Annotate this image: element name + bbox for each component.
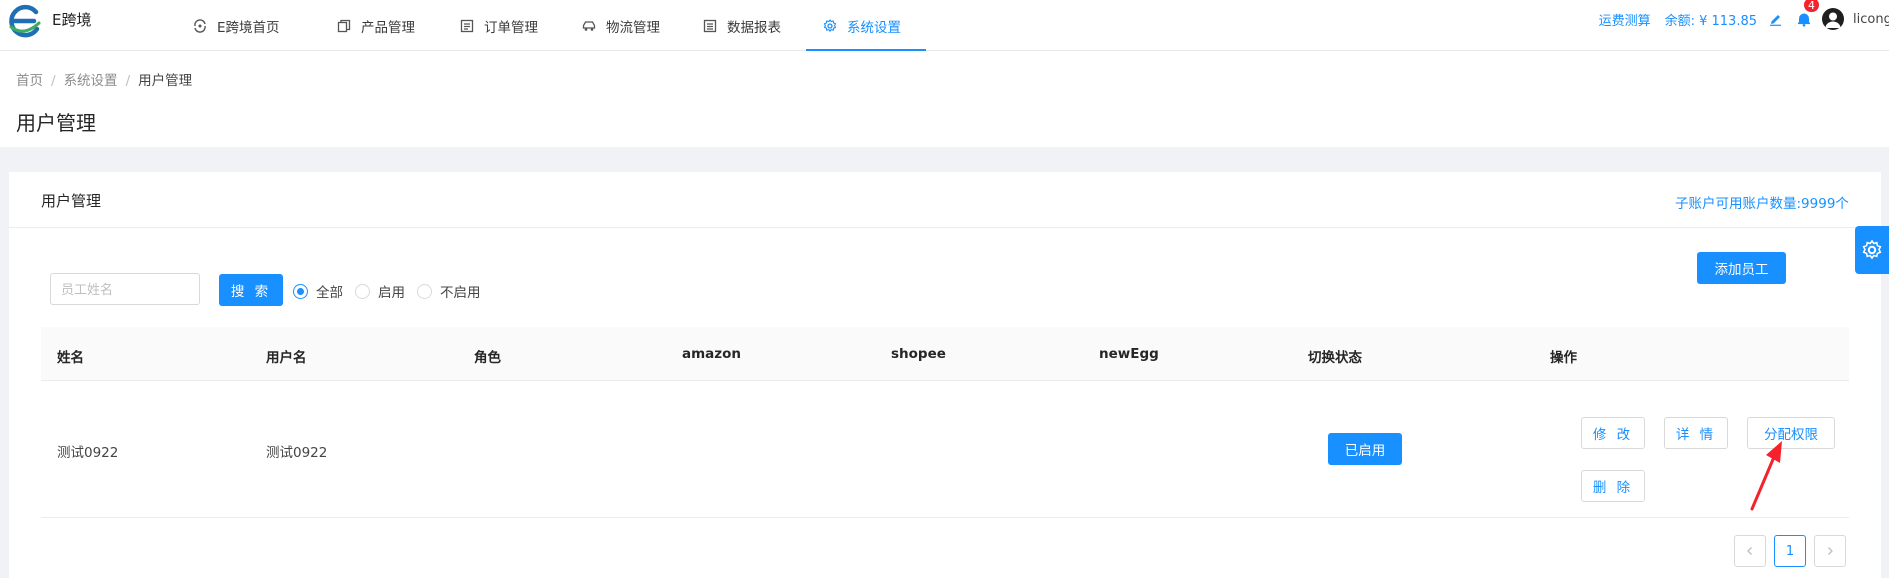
nav-item-logistics[interactable]: 物流管理 [565,0,686,51]
radio-label: 启用 [378,285,405,301]
freight-calc-link[interactable]: 运费测算 [1599,10,1651,29]
radio-label: 不启用 [440,285,481,301]
user-icon [1825,12,1841,28]
chevron-right-icon [1828,547,1833,555]
nav-item-label: 数据报表 [727,19,781,36]
add-employee-button[interactable]: 添加员工 [1697,252,1786,284]
cell-name: 测试0922 [57,445,119,461]
table-header: 姓名 用户名 角色 amazon shopee newEgg 切换状态 操作 [41,327,1849,381]
prev-page-button[interactable] [1734,535,1766,567]
report-icon [703,19,717,32]
radio-label: 全部 [316,285,343,301]
page-title: 用户管理 [16,111,96,135]
subaccount-quota: 子账户可用账户数量:9999个 [1675,196,1849,212]
edit-button[interactable]: 修 改 [1581,417,1645,449]
notification-badge: 4 [1803,0,1820,13]
column-header-shopee: shopee [891,346,946,362]
gear-icon [823,18,837,32]
column-header-name: 姓名 [57,350,84,366]
edit-pen-icon[interactable] [1769,13,1782,26]
cell-username: 测试0922 [266,445,328,461]
toggle-state-button[interactable]: 已启用 [1328,433,1402,465]
employee-name-input[interactable] [50,273,200,305]
pagination: 1 [1734,535,1854,567]
radio-enabled[interactable]: 启用 [355,281,405,301]
brand-name: E跨境 [52,11,92,29]
page-number-button[interactable]: 1 [1774,535,1806,567]
next-page-button[interactable] [1814,535,1846,567]
radio-disabled[interactable]: 不启用 [417,281,481,301]
nav-item-label: 订单管理 [484,19,538,36]
nav-item-settings[interactable]: 系统设置 [806,0,926,51]
car-icon [582,20,596,31]
settings-drawer-toggle[interactable] [1855,226,1889,274]
status-filter-radios: 全部 启用 不启用 [293,281,493,301]
radio-dot [417,283,432,299]
column-header-username: 用户名 [266,350,307,366]
nav-item-products[interactable]: 产品管理 [320,0,443,51]
home-swirl-icon [194,18,206,33]
column-header-role: 角色 [474,350,501,366]
table-row: 测试0922 测试0922 已启用 修 改 详 情 分配权限 删 除 [41,381,1849,518]
user-table: 姓名 用户名 角色 amazon shopee newEgg 切换状态 操作 测… [41,327,1849,518]
card-header: 用户管理 子账户可用账户数量:9999个 [9,172,1881,228]
radio-dot [293,283,308,299]
brand-logo[interactable] [6,3,42,39]
top-navbar: E跨境 E跨境首页 产品管理 订单管理 物流管理 数据报表 系统设置 运费测算 … [0,0,1889,51]
page-header: 首页 / 系统设置 / 用户管理 用户管理 [0,51,1889,147]
chevron-left-icon [1747,547,1752,555]
nav-item-label: 系统设置 [847,19,901,36]
radio-all[interactable]: 全部 [293,281,343,301]
avatar[interactable] [1822,8,1844,30]
copy-icon [337,19,351,32]
column-header-actions: 操作 [1550,350,1577,366]
column-header-state: 切换状态 [1308,350,1362,366]
nav-item-orders[interactable]: 订单管理 [443,0,565,51]
annotation-arrow-icon [1750,441,1782,511]
header-right: 运费测算 余额: ¥ 113.85 4 licong [1599,0,1889,38]
list-icon [460,19,474,32]
main-nav: E跨境首页 产品管理 订单管理 物流管理 数据报表 系统设置 [176,0,926,51]
breadcrumb-current: 用户管理 [138,73,193,89]
nav-item-label: 产品管理 [361,19,415,36]
breadcrumb-home[interactable]: 首页 [16,73,43,89]
gear-icon [1862,239,1882,260]
user-management-card: 用户管理 子账户可用账户数量:9999个 搜 索 全部 启用 不启用 添加员工 … [9,172,1881,578]
bell-icon [1798,13,1810,27]
card-title: 用户管理 [41,192,102,210]
breadcrumb: 首页 / 系统设置 / 用户管理 [16,73,193,89]
breadcrumb-parent[interactable]: 系统设置 [64,73,118,89]
column-header-amazon: amazon [682,346,742,362]
detail-button[interactable]: 详 情 [1664,417,1728,449]
notification-bell[interactable]: 4 [1796,0,1820,27]
delete-button[interactable]: 删 除 [1581,470,1645,502]
nav-item-reports[interactable]: 数据报表 [686,0,806,51]
nav-item-home[interactable]: E跨境首页 [176,0,320,51]
balance-text: 余额: ¥ 113.85 [1664,13,1757,29]
column-header-newegg: newEgg [1099,346,1159,362]
radio-dot [355,283,370,299]
nav-item-label: E跨境首页 [217,19,280,36]
search-button[interactable]: 搜 索 [219,274,283,306]
username[interactable]: licong [1853,12,1889,27]
nav-item-label: 物流管理 [606,19,660,36]
